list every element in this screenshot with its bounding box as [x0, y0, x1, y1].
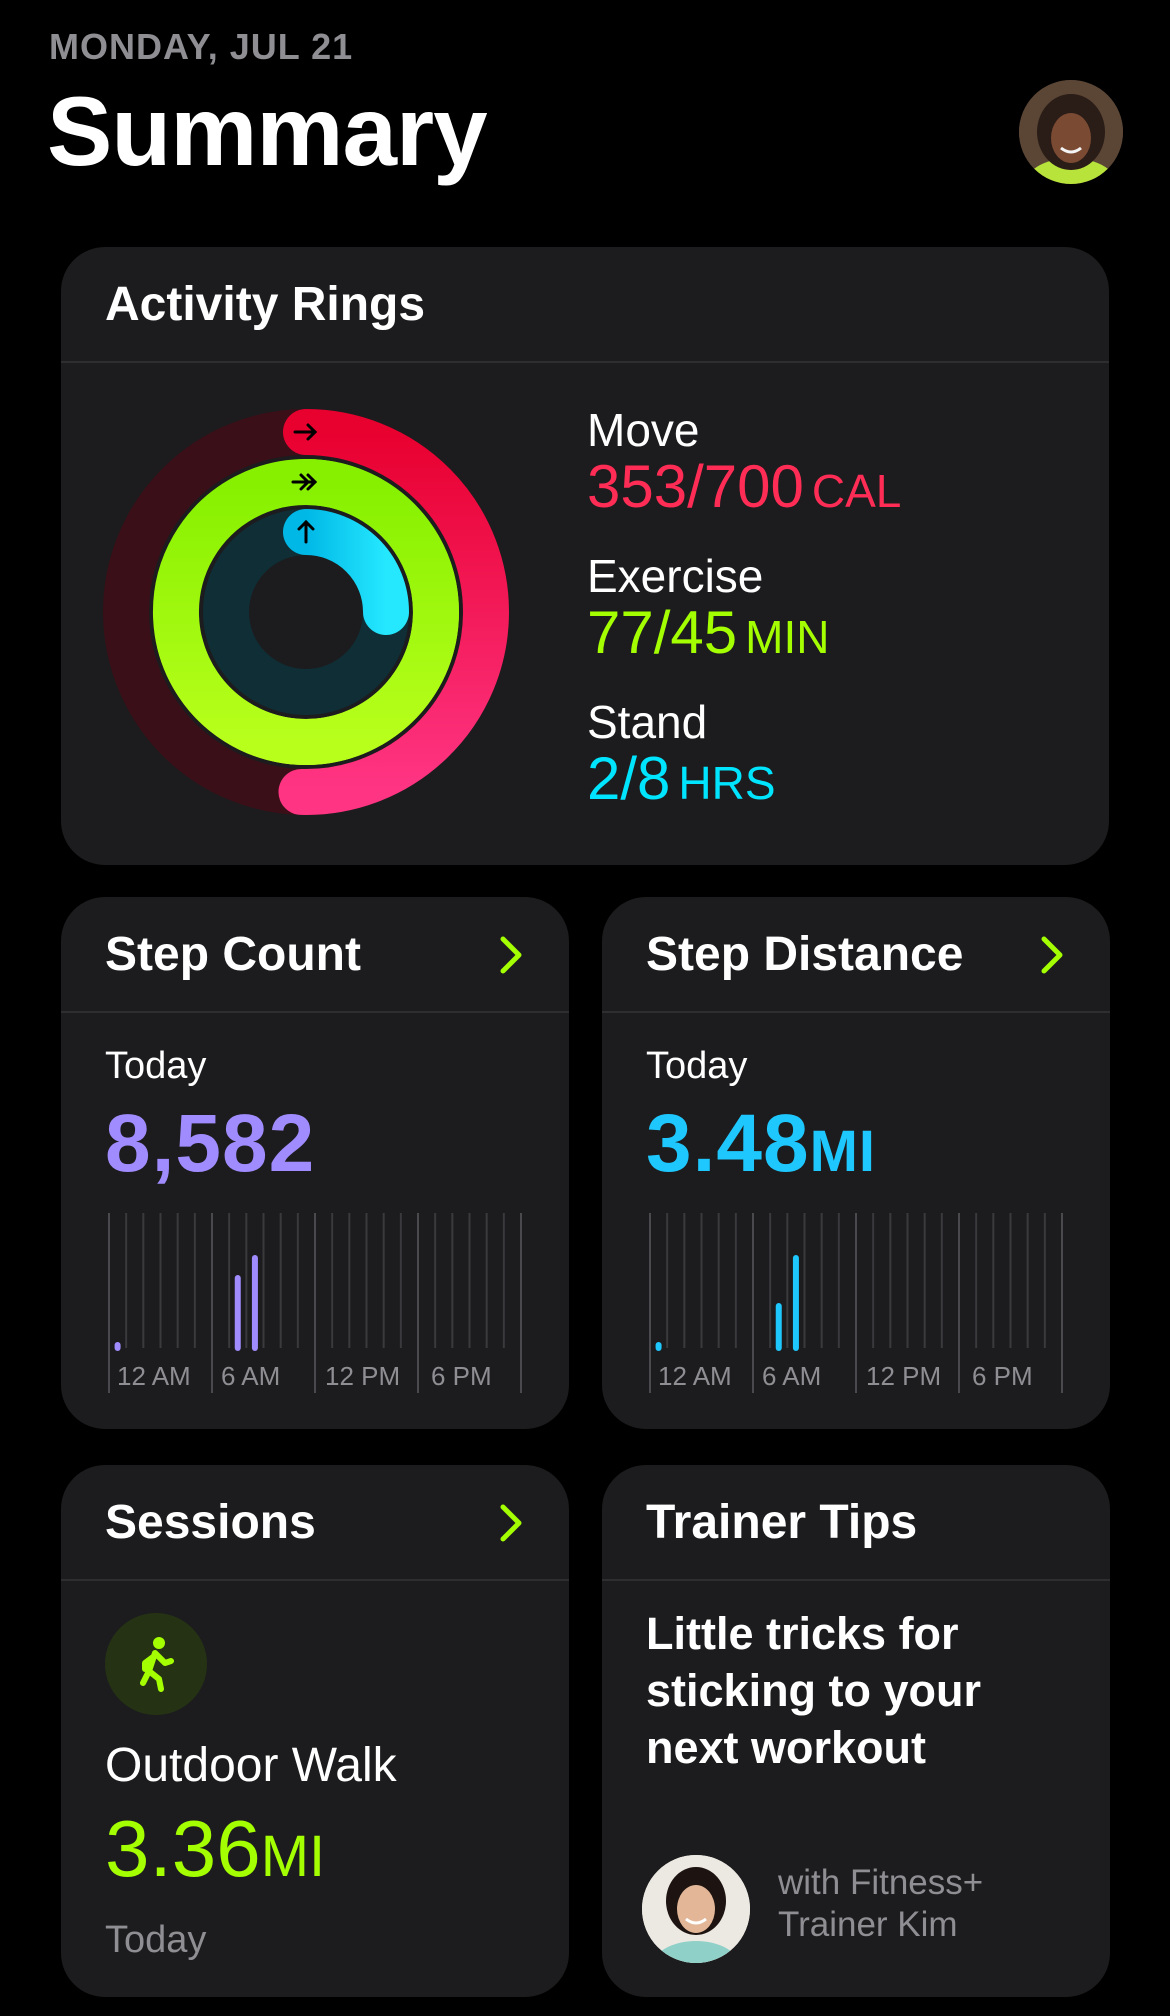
exercise-value: 77/45 MIN — [587, 599, 830, 666]
activity-rings-card[interactable]: Activity Rings Move 353/700 CAL Exercise… — [61, 247, 1109, 865]
trainer-tips-card[interactable]: Trainer Tips Little tricks for sticking … — [602, 1465, 1110, 1997]
step-distance-sparkline: 12 AM 6 AM 12 PM 6 PM — [649, 1213, 1063, 1393]
workout-distance: 3.36MI — [105, 1804, 326, 1893]
move-value: 353/700 CAL — [587, 453, 902, 520]
activity-rings-chart — [103, 409, 509, 815]
sessions-card[interactable]: Sessions Outdoor Walk 3.36MI Today — [61, 1465, 569, 1997]
exercise-label: Exercise — [587, 550, 764, 602]
period-label: Today — [105, 1045, 207, 1087]
tip-headline: Little tricks for sticking to your next … — [646, 1608, 982, 1773]
card-title: Sessions — [105, 1496, 316, 1549]
card-header: Sessions — [61, 1465, 569, 1581]
period-label: Today — [646, 1045, 748, 1087]
chevron-right-icon[interactable] — [1032, 933, 1072, 977]
trainer-line-1: with Fitness+ — [778, 1863, 984, 1902]
walking-figure-icon — [105, 1613, 207, 1715]
card-title: Activity Rings — [105, 278, 426, 331]
chevron-right-icon[interactable] — [491, 933, 531, 977]
axis-label: 6 AM — [221, 1361, 280, 1391]
stand-value: 2/8 HRS — [587, 745, 776, 812]
trainer-avatar — [642, 1855, 750, 1963]
card-title: Step Distance — [646, 928, 964, 981]
card-header: Activity Rings — [61, 247, 1109, 363]
axis-label: 6 AM — [762, 1361, 821, 1391]
page-title: Summary — [47, 76, 488, 186]
axis-label: 6 PM — [431, 1361, 492, 1391]
axis-label: 12 AM — [117, 1361, 191, 1391]
stand-ring-progress — [283, 509, 409, 635]
axis-label: 12 AM — [658, 1361, 732, 1391]
trainer-line-2: Trainer Kim — [778, 1905, 958, 1944]
step-count-card[interactable]: Step Count Today 8,582 12 AM 6 AM 12 PM … — [61, 897, 569, 1429]
move-label: Move — [587, 404, 700, 456]
card-header: Step Count — [61, 897, 569, 1013]
step-count-value: 8,582 — [105, 1098, 316, 1189]
workout-name: Outdoor Walk — [105, 1739, 397, 1792]
card-title: Trainer Tips — [646, 1496, 918, 1549]
axis-label: 12 PM — [325, 1361, 400, 1391]
date-label: MONDAY, JUL 21 — [49, 26, 354, 67]
profile-avatar[interactable] — [1019, 80, 1123, 184]
axis-label: 6 PM — [972, 1361, 1033, 1391]
card-header: Trainer Tips — [602, 1465, 1110, 1581]
step-distance-card[interactable]: Step Distance Today 3.48MI 12 AM 6 AM 12… — [602, 897, 1110, 1429]
step-distance-value: 3.48MI — [646, 1098, 877, 1189]
card-header: Step Distance — [602, 897, 1110, 1013]
step-count-sparkline: 12 AM 6 AM 12 PM 6 PM — [108, 1213, 522, 1393]
chevron-right-icon[interactable] — [491, 1501, 531, 1545]
card-title: Step Count — [105, 928, 361, 981]
workout-date: Today — [105, 1919, 207, 1961]
stand-label: Stand — [587, 696, 708, 748]
axis-label: 12 PM — [866, 1361, 941, 1391]
